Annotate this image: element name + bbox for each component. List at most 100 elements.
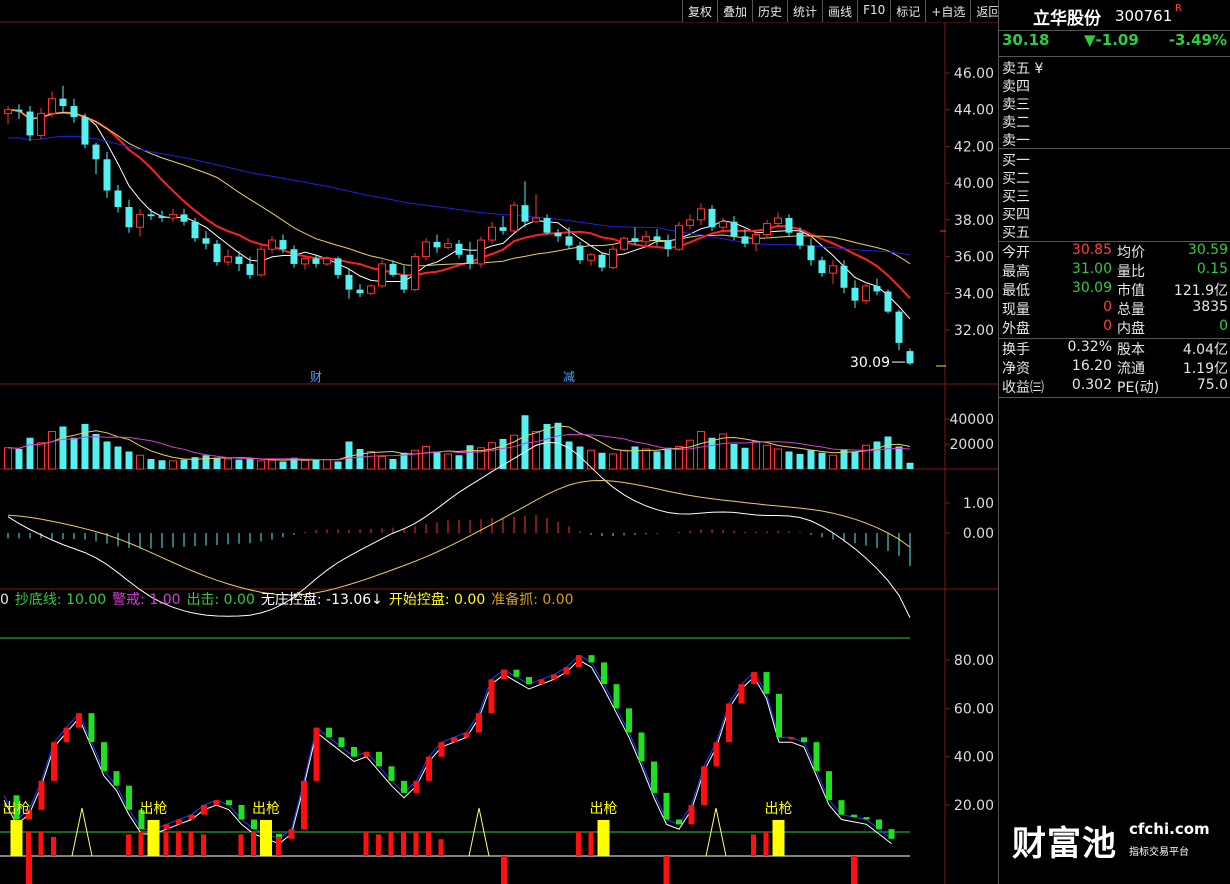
buy-level: 买一 [1002,153,1030,169]
legend-item-5: 开始控盘: 0.00 [388,592,486,608]
osc-bar [88,713,95,743]
signal-bar [363,832,369,856]
osc-bar [838,800,845,815]
event-marker: 财 [310,370,322,384]
chart-toolbar: 复权 叠加 历史 统计 画线 F10 标记 +自选 返回 [682,0,1006,22]
event-marker: 减 [563,370,575,384]
quote-value: 0.15 [1196,261,1228,277]
toolbar-button-4[interactable]: 画线 [822,0,857,22]
quote-label: 均价 [1117,245,1145,261]
volume-bar [862,444,870,470]
candle-body [851,287,859,301]
osc-bar [726,703,732,743]
logo-text: 财富池 [1012,824,1117,864]
candle-body [125,207,133,228]
osc-bar [288,829,295,839]
osc-bar [588,655,595,663]
osc-bar [688,805,695,825]
osc-bar [326,727,332,738]
volume-bar [851,451,859,469]
osc-bar [426,756,432,781]
price-tick-label: 40.00 [954,176,994,192]
candle-body [147,214,155,217]
quote-value: 4.04亿 [1182,342,1228,358]
volume-bar [774,448,782,470]
stock-badge: R [1175,3,1182,14]
volume-bar [389,459,397,469]
osc-bar [701,766,707,805]
candle-body [136,213,144,228]
candle-body [818,260,826,274]
signal-down-bar [851,856,857,884]
signal-down-bar [501,856,507,884]
buy-level: 买四 [1002,207,1030,223]
candle-body [532,217,540,223]
volume-bar [466,445,474,469]
volume-bar [345,441,353,469]
divider [999,397,1230,398]
stock-chart[interactable]: 46.00 44.00 42.00 40.00 38.00 36.00 34.00 32.00… [0,0,998,884]
osc-bar [101,742,107,772]
divider [999,56,1230,57]
legend-item-0: 0 [0,592,9,608]
candle-body [895,311,903,343]
toolbar-button-6[interactable]: 标记 [890,0,925,22]
toolbar-button-2[interactable]: 历史 [752,0,787,22]
volume-bar [367,451,375,470]
signal-bar [426,832,431,856]
candle-body [400,274,408,290]
candle-body [345,274,353,290]
candle-body [158,216,166,219]
osc-bar [176,819,182,825]
candle-body [48,98,56,114]
last-price: 30.18 [1002,31,1050,49]
toolbar-button-3[interactable]: 统计 [787,0,822,22]
sell-level: 卖一 [1002,133,1030,149]
signal-bar [201,834,206,856]
osc-bar [876,819,882,830]
osc-bar [476,713,482,733]
candle-body [752,234,760,245]
quote-value: 75.0 [1196,377,1228,393]
osc-bar [413,780,420,793]
quote-value: 3835 [1192,299,1228,315]
candle-body [807,245,815,261]
volume-bar [455,455,463,469]
volume-bar [708,437,716,469]
osc-bar [501,669,507,680]
stock-code: 300761 [1115,7,1173,25]
toolbar-button-0[interactable]: 复权 [682,0,717,22]
osc-bar [776,693,782,738]
candle-body [521,205,529,222]
candle-body [224,256,232,263]
price-change: ▼-1.09 [1084,31,1139,49]
osc-bar [613,684,620,709]
volume-bar [378,456,386,470]
osc-bar [738,684,745,704]
candle-body [180,214,188,222]
toolbar-button-1[interactable]: 叠加 [717,0,752,22]
quote-label: 外盘 [1002,321,1030,337]
candle-body [367,285,375,294]
signal-block [10,820,23,856]
volume-bar [829,454,837,470]
signal-bar [588,832,594,856]
candle-body [708,208,716,228]
osc-bar [576,655,582,668]
osc-bar [376,751,382,767]
osc-bar [676,819,682,825]
volume-bar [15,449,23,469]
toolbar-button-7[interactable]: +自选 [925,0,970,22]
volume-bar [873,441,881,469]
candle-body [697,208,705,221]
toolbar-button-5[interactable]: F10 [857,0,890,22]
candle-body [510,204,518,232]
candle-body [631,238,639,242]
signal-down-bar [663,856,670,884]
candle-body [884,291,892,312]
sell-level: 卖五 ¥ [1002,61,1044,77]
osc-bar [526,676,532,685]
quote-value: 30.09 [1071,280,1112,296]
signal-label: 出枪 [765,800,793,817]
osc-bar [63,727,70,743]
